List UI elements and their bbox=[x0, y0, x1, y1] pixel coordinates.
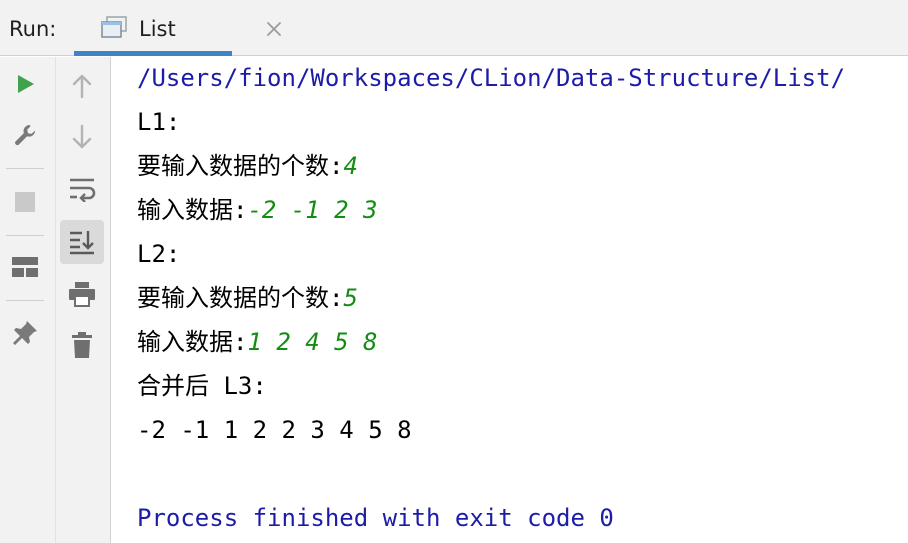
trash-icon[interactable] bbox=[62, 325, 102, 365]
layout-icon[interactable] bbox=[5, 247, 45, 287]
arrow-up-icon[interactable] bbox=[62, 66, 102, 106]
tab-label: List bbox=[139, 17, 176, 41]
process-finished-message: Process finished with exit code 0 bbox=[137, 504, 614, 532]
tab-list[interactable]: List bbox=[74, 0, 281, 56]
console-output[interactable]: /Users/fion/Workspaces/CLion/Data-Struct… bbox=[112, 57, 908, 543]
print-icon[interactable] bbox=[62, 274, 102, 314]
l1-count-prompt: 要输入数据的个数: bbox=[137, 152, 344, 180]
l1-data-value: -2 -1 2 3 bbox=[247, 196, 378, 224]
l1-count-value: 4 bbox=[343, 152, 358, 180]
toolbar-separator bbox=[6, 235, 44, 236]
toolbar-separator bbox=[6, 300, 44, 301]
run-icon[interactable] bbox=[5, 64, 45, 104]
l2-label: L2: bbox=[137, 240, 181, 268]
scroll-to-end-icon[interactable] bbox=[60, 220, 104, 264]
tab-active-indicator bbox=[74, 51, 232, 56]
executable-path: /Users/fion/Workspaces/CLion/Data-Struct… bbox=[137, 64, 846, 92]
l1-label: L1: bbox=[137, 108, 181, 136]
l2-count-prompt: 要输入数据的个数: bbox=[137, 284, 344, 312]
console-actions-toolbar bbox=[56, 57, 111, 543]
l2-data-value: 1 2 4 5 8 bbox=[247, 328, 378, 356]
toolbar-separator bbox=[6, 168, 44, 169]
console-window-icon bbox=[100, 16, 128, 40]
l1-count-line: 要输入数据的个数:4 bbox=[137, 151, 358, 181]
run-tool-window: Run: List /Users/fion/Workspaces/CLion/D… bbox=[0, 0, 908, 543]
l2-count-line: 要输入数据的个数:5 bbox=[137, 283, 358, 313]
stop-icon[interactable] bbox=[5, 182, 45, 222]
run-actions-toolbar bbox=[0, 57, 56, 543]
arrow-down-icon[interactable] bbox=[62, 117, 102, 157]
run-label: Run: bbox=[9, 17, 57, 41]
l2-data-prompt: 输入数据: bbox=[137, 328, 248, 356]
l1-data-line: 输入数据:-2 -1 2 3 bbox=[137, 195, 378, 225]
soft-wrap-icon[interactable] bbox=[62, 169, 102, 209]
l1-data-prompt: 输入数据: bbox=[137, 196, 248, 224]
run-header: Run: List bbox=[0, 0, 908, 56]
l2-count-value: 5 bbox=[343, 284, 358, 312]
pin-icon[interactable] bbox=[5, 313, 45, 353]
merge-label: 合并后 L3: bbox=[137, 372, 267, 400]
merge-result: -2 -1 1 2 2 3 4 5 8 bbox=[137, 416, 412, 444]
close-icon[interactable] bbox=[263, 18, 285, 40]
wrench-icon[interactable] bbox=[5, 115, 45, 155]
l2-data-line: 输入数据:1 2 4 5 8 bbox=[137, 327, 378, 357]
